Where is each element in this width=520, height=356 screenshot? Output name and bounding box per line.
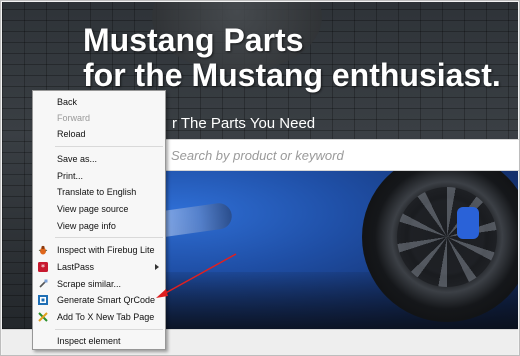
menu-separator xyxy=(55,329,163,330)
menu-item-firebug[interactable]: Inspect with Firebug Lite xyxy=(33,242,165,258)
menu-item-reload[interactable]: Reload xyxy=(33,126,165,142)
menu-item-forward: Forward xyxy=(33,110,165,126)
menu-item-lastpass[interactable]: * LastPass xyxy=(33,259,165,275)
menu-item-inspect[interactable]: Inspect element xyxy=(33,333,165,349)
menu-item-label: Generate Smart QrCode xyxy=(57,295,156,305)
menu-item-qrcode[interactable]: Generate Smart QrCode xyxy=(33,292,165,308)
hero-title-line1: Mustang Parts xyxy=(83,22,304,58)
lastpass-icon: * xyxy=(38,262,48,272)
menu-item-label: Reload xyxy=(57,129,86,139)
menu-item-label: Save as... xyxy=(57,154,98,164)
menu-item-print[interactable]: Print... xyxy=(33,168,165,184)
menu-item-view-source[interactable]: View page source xyxy=(33,201,165,217)
menu-item-label: Print... xyxy=(57,171,84,181)
menu-item-label: Inspect element xyxy=(57,336,121,346)
menu-item-save-as[interactable]: Save as... xyxy=(33,151,165,167)
hero-title-line2: for the Mustang enthusiast. xyxy=(83,57,501,93)
menu-item-label: Forward xyxy=(57,113,91,123)
menu-separator xyxy=(55,237,163,238)
menu-item-label: Back xyxy=(57,97,78,107)
brake-caliper xyxy=(457,207,479,239)
hero-subtitle: r The Parts You Need xyxy=(172,115,316,132)
menu-item-label: View page info xyxy=(57,221,116,231)
menu-item-xnewtab[interactable]: Add To X New Tab Page xyxy=(33,309,165,325)
submenu-arrow-icon xyxy=(155,264,159,270)
menu-item-label: Translate to English xyxy=(57,187,137,197)
menu-separator xyxy=(55,146,163,147)
menu-item-translate[interactable]: Translate to English xyxy=(33,184,165,200)
context-menu: Back Forward Reload Save as... Print... … xyxy=(32,90,166,350)
svg-text:*: * xyxy=(41,263,45,272)
xnewtab-icon xyxy=(38,312,48,322)
firebug-icon xyxy=(38,245,48,255)
search-input[interactable]: Search by product or keyword xyxy=(161,139,519,171)
menu-item-label: Inspect with Firebug Lite xyxy=(57,245,155,255)
menu-item-back[interactable]: Back xyxy=(33,94,165,110)
menu-item-label: View page source xyxy=(57,204,129,214)
menu-item-page-info[interactable]: View page info xyxy=(33,218,165,234)
qrcode-icon xyxy=(38,295,48,305)
hero-title: Mustang Parts for the Mustang enthusiast… xyxy=(83,23,513,93)
wheel-spokes xyxy=(397,187,497,287)
scraper-icon xyxy=(39,279,48,288)
menu-item-label: LastPass xyxy=(57,262,95,272)
menu-item-scrape[interactable]: Scrape similar... xyxy=(33,276,165,292)
menu-item-label: Scrape similar... xyxy=(57,279,122,289)
menu-item-label: Add To X New Tab Page xyxy=(57,312,155,322)
